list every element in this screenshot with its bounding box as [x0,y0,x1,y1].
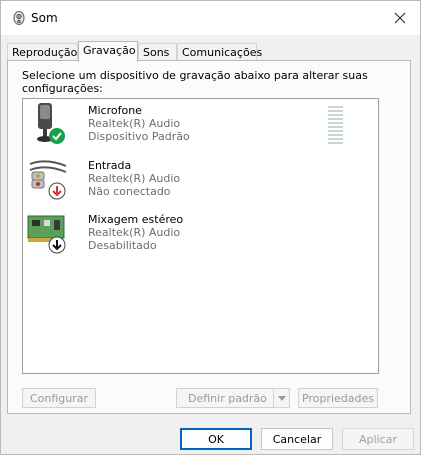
level-meter [328,106,343,146]
tab-playback[interactable]: Reprodução [7,43,78,61]
button-label: Definir padrão [188,391,267,405]
set-default-dropdown[interactable] [273,389,289,407]
sound-dialog: Som Reprodução Gravação Sons Comunicaçõe… [0,0,421,455]
microphone-icon [37,103,65,144]
button-label: OK [208,432,224,446]
tab-label: Reprodução [12,46,78,59]
button-label: Cancelar [272,432,322,446]
device-name: Microfone [88,104,142,117]
button-label: Propriedades [302,391,374,405]
device-driver: Realtek(R) Audio [88,117,181,130]
close-button[interactable] [380,1,420,35]
instruction-text: Selecione um dispositivo de gravação aba… [22,69,368,95]
tab-recording[interactable]: Gravação [78,41,138,62]
tab-label: Comunicações [182,46,263,59]
device-item-line-in[interactable]: Entrada Realtek(R) Audio Não conectado [23,156,353,200]
close-icon [394,12,406,24]
tab-sounds[interactable]: Sons [138,43,177,61]
device-item-stereo-mix[interactable]: Mixagem estéreo Realtek(R) Audio Desabil… [23,210,353,254]
configure-button[interactable]: Configurar [22,388,96,408]
device-name: Entrada [88,159,132,172]
title-bar: Som [1,1,420,35]
device-status: Dispositivo Padrão [88,130,190,143]
tab-communications[interactable]: Comunicações [177,43,262,61]
window-title: Som [31,11,58,25]
device-status: Desabilitado [88,239,157,252]
device-driver: Realtek(R) Audio [88,172,181,185]
device-driver: Realtek(R) Audio [88,226,181,239]
device-item-microphone[interactable]: Microfone Realtek(R) Audio Dispositivo P… [23,101,353,145]
tab-label: Gravação [83,44,136,57]
device-name: Mixagem estéreo [88,213,184,226]
set-default-button[interactable]: Definir padrão [176,388,290,408]
green-check-badge [49,128,65,144]
device-status: Não conectado [88,185,171,198]
recording-panel: Selecione um dispositivo de gravação aba… [7,60,411,414]
speaker-icon [13,11,25,25]
ok-button[interactable]: OK [180,428,252,450]
tab-label: Sons [143,46,170,59]
properties-button[interactable]: Propriedades [298,388,378,408]
sound-card-icon [27,215,66,254]
button-label: Configurar [29,391,89,405]
device-list[interactable]: Microfone Realtek(R) Audio Dispositivo P… [22,98,379,374]
chevron-down-icon [277,395,286,401]
audio-jack-icon [29,160,67,200]
cancel-button[interactable]: Cancelar [261,428,333,450]
button-label: Aplicar [359,432,397,446]
apply-button[interactable]: Aplicar [342,428,414,450]
